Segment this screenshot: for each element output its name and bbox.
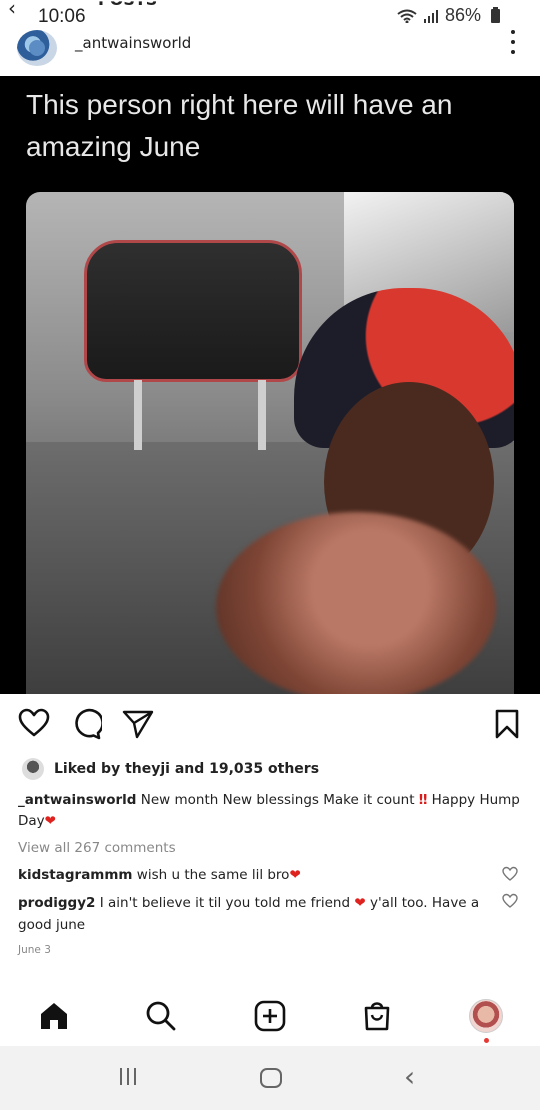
likes-count[interactable]: Liked by theyji and 19,035 others: [54, 761, 319, 777]
status-indicators: 86%: [397, 5, 500, 26]
battery-icon: [491, 6, 500, 23]
post-header: _antwainsworld: [0, 28, 540, 74]
comment-text: wish u the same lil bro: [136, 867, 290, 883]
comment-item: prodiggy2 I ain't believe it til you tol…: [18, 892, 488, 936]
double-exclamation-icon: ‼: [418, 792, 428, 808]
bottom-navigation: [0, 990, 540, 1046]
red-heart-emoji: ❤: [289, 867, 301, 883]
headrest-post: [258, 380, 266, 450]
comment-like-heart-icon[interactable]: [502, 893, 518, 909]
signal-icon: [423, 9, 438, 23]
post-actions: [0, 706, 540, 746]
red-heart-emoji: ❤: [44, 813, 56, 829]
page-heading-cut: POSTS: [98, 1, 157, 9]
wifi-icon: [397, 9, 417, 23]
home-icon[interactable]: [38, 1001, 70, 1031]
shop-icon[interactable]: [362, 999, 392, 1031]
comment-text: I ain't believe it til you told me frien…: [99, 895, 351, 911]
profile-avatar[interactable]: [469, 999, 503, 1033]
status-time: 10:06: [38, 6, 86, 27]
system-back-icon[interactable]: ‹: [404, 1060, 415, 1093]
caption-username[interactable]: _antwainsworld: [18, 792, 136, 808]
media-overlay-text: This person right here will have an amaz…: [26, 89, 453, 162]
comment-username[interactable]: prodiggy2: [18, 895, 95, 911]
notification-dot: [484, 1038, 489, 1043]
red-heart-emoji: ❤: [354, 895, 366, 911]
car-headrest: [84, 240, 302, 382]
avatar[interactable]: [17, 30, 57, 66]
back-chevron-icon[interactable]: ‹: [8, 0, 16, 20]
recents-icon[interactable]: [120, 1068, 136, 1085]
comment-like-heart-icon[interactable]: [502, 866, 518, 882]
system-navigation-bar: ‹: [0, 1046, 540, 1110]
post-date: June 3: [18, 944, 51, 956]
pointing-hand: [216, 512, 496, 694]
likes-row[interactable]: Liked by theyji and 19,035 others: [22, 758, 319, 780]
status-bar: ‹ POSTS 10:06 86%: [0, 0, 540, 30]
add-icon[interactable]: [254, 1000, 286, 1032]
more-options-icon[interactable]: [510, 30, 516, 54]
post-username[interactable]: _antwainsworld: [75, 34, 191, 52]
video-frame[interactable]: [26, 192, 514, 694]
headrest-post: [134, 380, 142, 450]
search-icon[interactable]: [145, 1000, 177, 1032]
comment-item: kidstagrammm wish u the same lil bro❤: [18, 864, 488, 886]
system-home-icon[interactable]: [260, 1068, 282, 1088]
comment-icon[interactable]: [70, 708, 102, 740]
comment-username[interactable]: kidstagrammm: [18, 867, 133, 883]
view-all-comments-link[interactable]: View all 267 comments: [18, 840, 176, 856]
heart-icon[interactable]: [18, 708, 50, 738]
post-media[interactable]: This person right here will have an amaz…: [0, 76, 540, 694]
send-icon[interactable]: [122, 709, 154, 739]
liker-avatar: [22, 758, 44, 780]
post-caption: _antwainsworld New month New blessings M…: [18, 790, 523, 832]
bookmark-icon[interactable]: [494, 709, 520, 739]
caption-text: New month New blessings Make it count: [140, 792, 415, 808]
battery-percent: 86%: [444, 5, 481, 25]
